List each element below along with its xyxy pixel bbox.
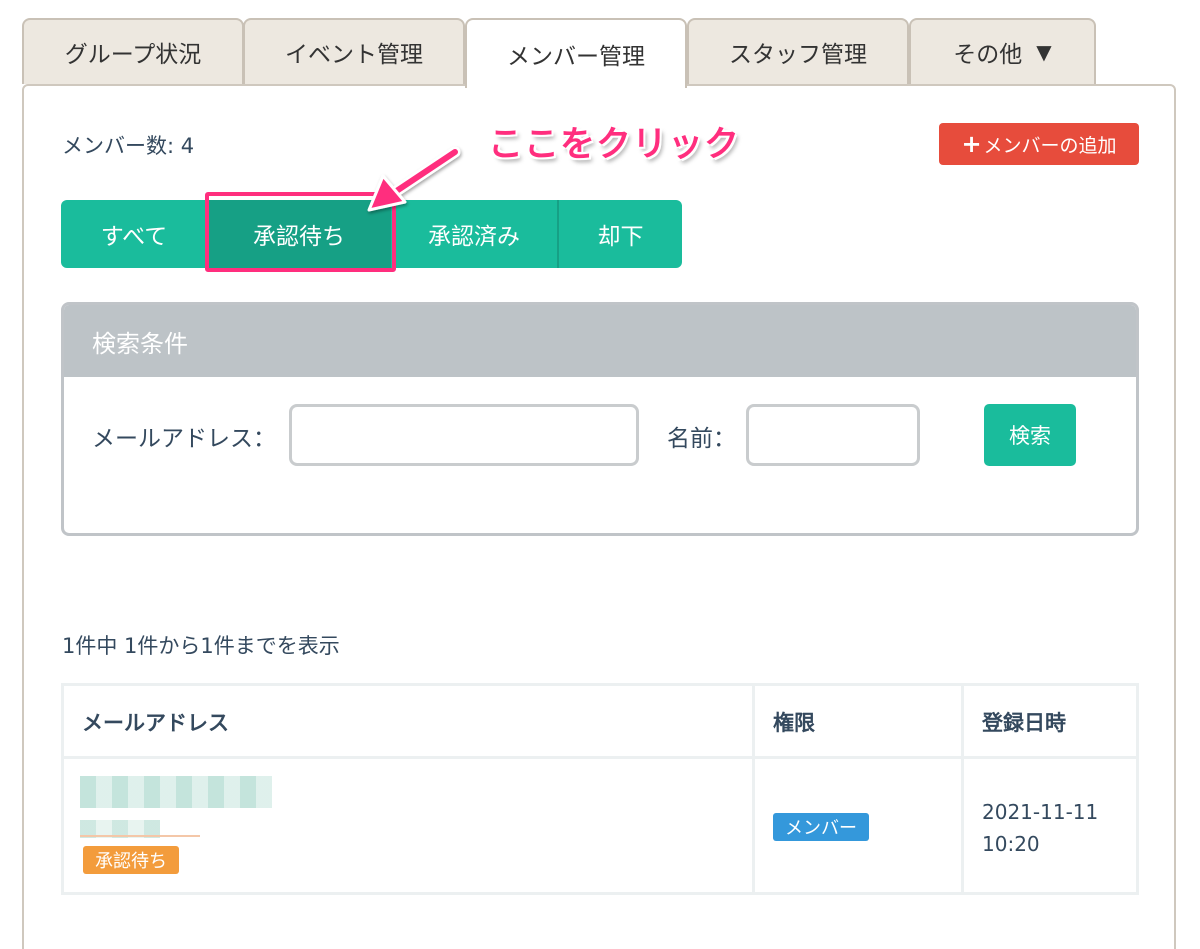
annotation-arrow-icon — [367, 146, 461, 212]
role-badge: メンバー — [773, 813, 869, 841]
column-header-email: メールアドレス — [82, 711, 229, 735]
name-field[interactable] — [746, 404, 920, 466]
name-label: 名前： — [667, 426, 736, 452]
click-here-annotation: ここをクリック — [488, 125, 741, 165]
add-member-button[interactable]: + メンバーの追加 — [939, 123, 1139, 165]
tab-staff-management[interactable]: スタッフ管理 — [687, 18, 909, 84]
registered-date: 2021-11-11 — [982, 800, 1099, 824]
filter-rejected-button[interactable]: 却下 — [557, 200, 682, 268]
search-button[interactable]: 検索 — [984, 404, 1076, 466]
result-count-text: 1件中 1件から1件までを表示 — [62, 634, 340, 658]
tab-label: スタッフ管理 — [729, 42, 867, 68]
tab-label: メンバー管理 — [507, 44, 645, 70]
plus-icon: + — [961, 130, 982, 158]
tab-member-management[interactable]: メンバー管理 — [465, 18, 687, 88]
search-header: 検索条件 — [64, 305, 1136, 377]
caret-down-icon: ▼ — [1036, 40, 1052, 64]
column-header-registered-at: 登録日時 — [982, 711, 1066, 735]
header-divider — [64, 756, 1136, 759]
tab-label: グループ状況 — [64, 42, 202, 68]
search-conditions: 検索条件 メールアドレス： 名前： 検索 — [61, 302, 1139, 536]
filter-label: すべて — [100, 224, 168, 250]
tab-event-management[interactable]: イベント管理 — [243, 18, 465, 84]
column-header-role: 権限 — [773, 711, 815, 735]
status-badge: 承認待ち — [83, 846, 179, 874]
tab-group-status[interactable]: グループ状況 — [22, 18, 244, 84]
column-divider — [752, 686, 755, 892]
blurred-email — [80, 776, 272, 808]
add-member-label: メンバーの追加 — [983, 134, 1117, 157]
blurred-underline — [80, 835, 200, 837]
registered-datetime: 2021-11-11 10:20 — [982, 796, 1132, 860]
tab-other[interactable]: その他 ▼ — [909, 18, 1096, 84]
email-label: メールアドレス： — [92, 426, 276, 452]
member-count: メンバー数: 4 — [62, 134, 195, 158]
member-table: メールアドレス 権限 登録日時 承認待ち メンバー 2021-11-11 10:… — [61, 683, 1139, 895]
filter-label: 却下 — [597, 224, 644, 250]
filter-all-button[interactable]: すべて — [61, 200, 207, 268]
tab-label: イベント管理 — [285, 42, 423, 68]
registered-time: 10:20 — [982, 832, 1040, 856]
column-divider — [961, 686, 964, 892]
tab-label: その他 — [953, 42, 1023, 68]
email-field[interactable] — [289, 404, 639, 466]
